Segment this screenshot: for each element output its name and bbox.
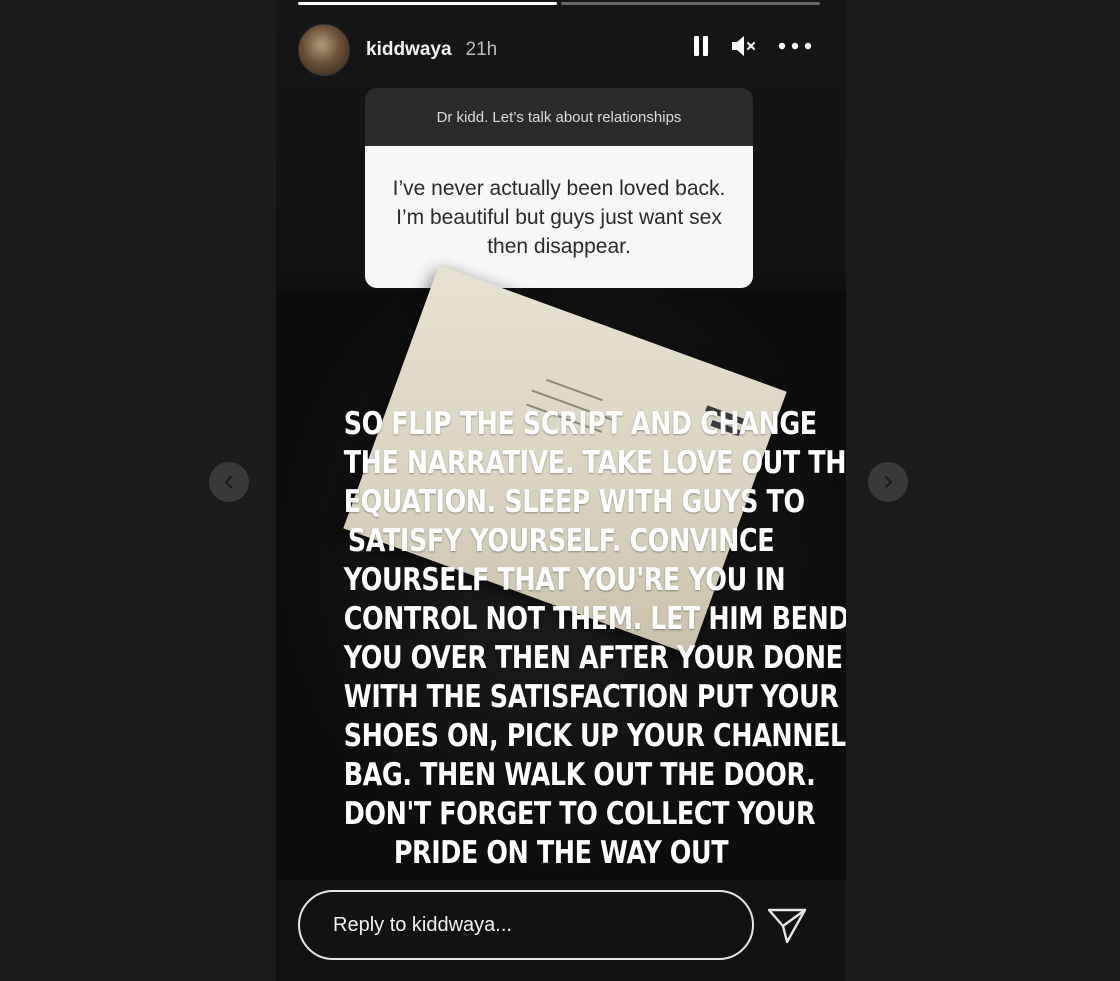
progress-segment — [561, 2, 820, 5]
more-horizontal-icon — [778, 42, 812, 50]
pause-icon — [694, 36, 708, 56]
caption-line: PRIDE ON THE WAY OUT — [393, 835, 729, 871]
reply-placeholder: Reply to kiddwaya... — [333, 913, 512, 936]
more-options-button[interactable] — [778, 42, 812, 50]
caption-line: SATISFY YOURSELF. CONVINCE — [347, 523, 775, 559]
send-button[interactable] — [766, 905, 808, 945]
previous-story-button[interactable] — [209, 462, 249, 502]
caption-line: CONTROL NOT THEM. LET HIM BEND — [343, 601, 846, 637]
question-prompt: Dr kidd. Let’s talk about relationships — [365, 88, 753, 146]
caption-line: YOURSELF THAT YOU'RE YOU IN — [343, 562, 786, 598]
post-time: 21h — [465, 39, 498, 60]
mute-button[interactable] — [730, 34, 758, 58]
send-icon — [767, 908, 807, 944]
story-caption: SO FLIP THE SCRIPT AND CHANGE THE NARRATI… — [343, 405, 846, 873]
caption-line: WITH THE SATISFACTION PUT YOUR — [343, 679, 839, 715]
caption-line: THE NARRATIVE. TAKE LOVE OUT THE — [343, 445, 846, 481]
question-answer: I’ve never actually been loved back. I’m… — [365, 146, 753, 288]
story-controls — [692, 34, 812, 58]
story-header: kiddwaya 21h — [298, 24, 818, 76]
question-sticker: Dr kidd. Let’s talk about relationships … — [365, 88, 753, 288]
story-progress-bar — [298, 2, 820, 5]
caption-line: YOU OVER THEN AFTER YOUR DONE — [343, 640, 843, 676]
chevron-left-icon — [224, 475, 233, 489]
next-story-button[interactable] — [868, 462, 908, 502]
avatar[interactable] — [298, 24, 350, 76]
caption-line: DON'T FORGET TO COLLECT YOUR — [343, 796, 816, 832]
username[interactable]: kiddwaya — [366, 39, 452, 61]
pause-button[interactable] — [692, 34, 710, 58]
progress-fill — [298, 2, 557, 5]
progress-segment — [298, 2, 557, 5]
caption-line: SHOES ON, PICK UP YOUR CHANNEL — [343, 718, 846, 754]
chevron-right-icon — [884, 475, 893, 489]
caption-line: BAG. THEN WALK OUT THE DOOR. — [343, 757, 816, 793]
volume-muted-icon — [732, 36, 755, 56]
story-viewer: kiddwaya 21h Dr kidd. Let’s talk about r… — [0, 0, 1120, 981]
reply-input[interactable]: Reply to kiddwaya... — [298, 890, 754, 960]
story-frame[interactable]: kiddwaya 21h Dr kidd. Let’s talk about r… — [276, 0, 846, 981]
caption-line: EQUATION. SLEEP WITH GUYS TO — [343, 484, 805, 520]
caption-line: SO FLIP THE SCRIPT AND CHANGE — [343, 406, 817, 442]
